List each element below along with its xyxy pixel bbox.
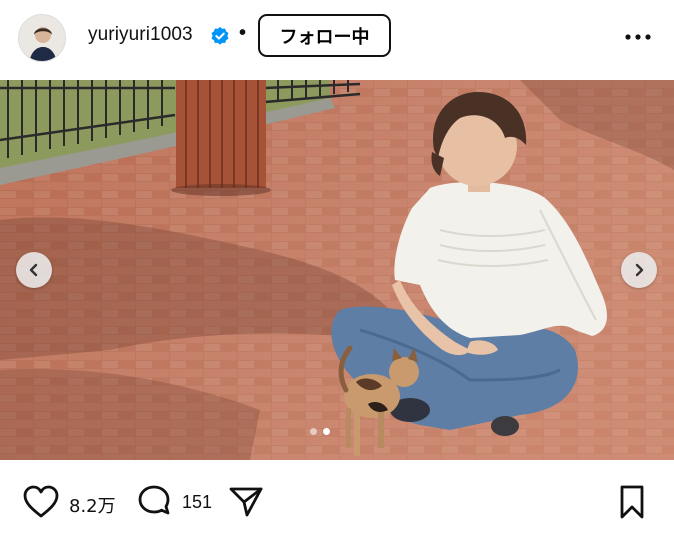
carousel-dot-active	[323, 428, 330, 435]
heart-icon[interactable]	[22, 484, 60, 520]
share-icon[interactable]	[227, 484, 265, 520]
username[interactable]: yuriyuri1003	[88, 24, 193, 46]
like-count[interactable]: 8.2万	[69, 492, 116, 518]
carousel-indicator	[310, 428, 330, 435]
carousel-dot	[310, 428, 317, 435]
chevron-left-icon	[29, 263, 38, 277]
post-header: yuriyuri1003 • フォロー中	[0, 0, 674, 80]
chevron-right-icon	[635, 263, 644, 277]
following-button[interactable]: フォロー中	[258, 14, 391, 57]
verified-badge-icon	[211, 27, 229, 45]
next-photo-button[interactable]	[621, 252, 657, 288]
post-image[interactable]	[0, 80, 674, 460]
separator-dot: •	[239, 22, 247, 44]
more-horizontal-icon[interactable]	[624, 26, 652, 48]
comment-count[interactable]: 151	[182, 492, 212, 513]
avatar[interactable]	[18, 14, 66, 62]
photo-scene	[0, 80, 674, 460]
previous-photo-button[interactable]	[16, 252, 52, 288]
comment-icon[interactable]	[135, 484, 173, 520]
action-bar: 8.2万 151	[0, 468, 674, 534]
bookmark-icon[interactable]	[617, 484, 647, 520]
